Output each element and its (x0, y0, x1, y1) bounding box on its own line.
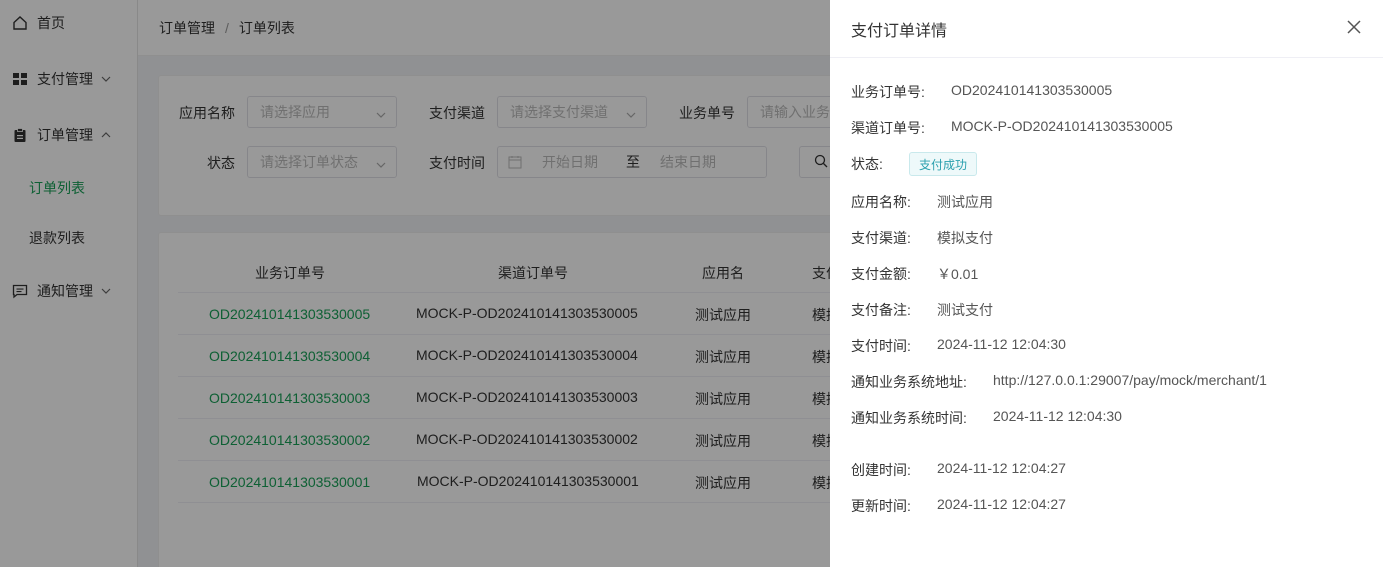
notify-url-value: http://127.0.0.1:29007/pay/mock/merchant… (993, 372, 1267, 388)
channel-order-no-value: MOCK-P-OD202410141303530005 (951, 118, 1173, 134)
order-detail-drawer: 支付订单详情 业务订单号: OD202410141303530005 渠道订单号… (830, 0, 1383, 567)
biz-order-no-label: 业务订单号: (851, 84, 925, 100)
app-name-value: 测试应用 (937, 194, 993, 210)
updated-time-value: 2024-11-12 12:04:27 (937, 496, 1066, 512)
pay-remark-value: 测试支付 (937, 302, 993, 318)
notify-time-label: 通知业务系统时间: (851, 410, 967, 426)
pay-time-value: 2024-11-12 12:04:30 (937, 336, 1066, 352)
drawer-title: 支付订单详情 (851, 23, 948, 40)
pay-channel-value: 模拟支付 (937, 230, 993, 246)
created-time-value: 2024-11-12 12:04:27 (937, 460, 1066, 476)
pay-amount-value: ￥0.01 (937, 266, 979, 282)
pay-amount-label: 支付金额: (851, 266, 911, 282)
created-time-label: 创建时间: (851, 462, 911, 478)
pay-channel-label: 支付渠道: (851, 230, 911, 246)
biz-order-no-value: OD202410141303530005 (951, 82, 1113, 98)
channel-order-no-label: 渠道订单号: (851, 120, 925, 136)
close-icon[interactable] (1345, 18, 1363, 36)
app-name-label: 应用名称: (851, 194, 911, 210)
status-badge: 支付成功 (909, 152, 978, 176)
notify-time-value: 2024-11-12 12:04:30 (993, 408, 1122, 424)
pay-remark-label: 支付备注: (851, 302, 911, 318)
drawer-header: 支付订单详情 (830, 0, 1383, 58)
status-label: 状态: (851, 156, 883, 172)
notify-url-label: 通知业务系统地址: (851, 374, 967, 390)
updated-time-label: 更新时间: (851, 498, 911, 514)
pay-time-label: 支付时间: (851, 338, 911, 354)
